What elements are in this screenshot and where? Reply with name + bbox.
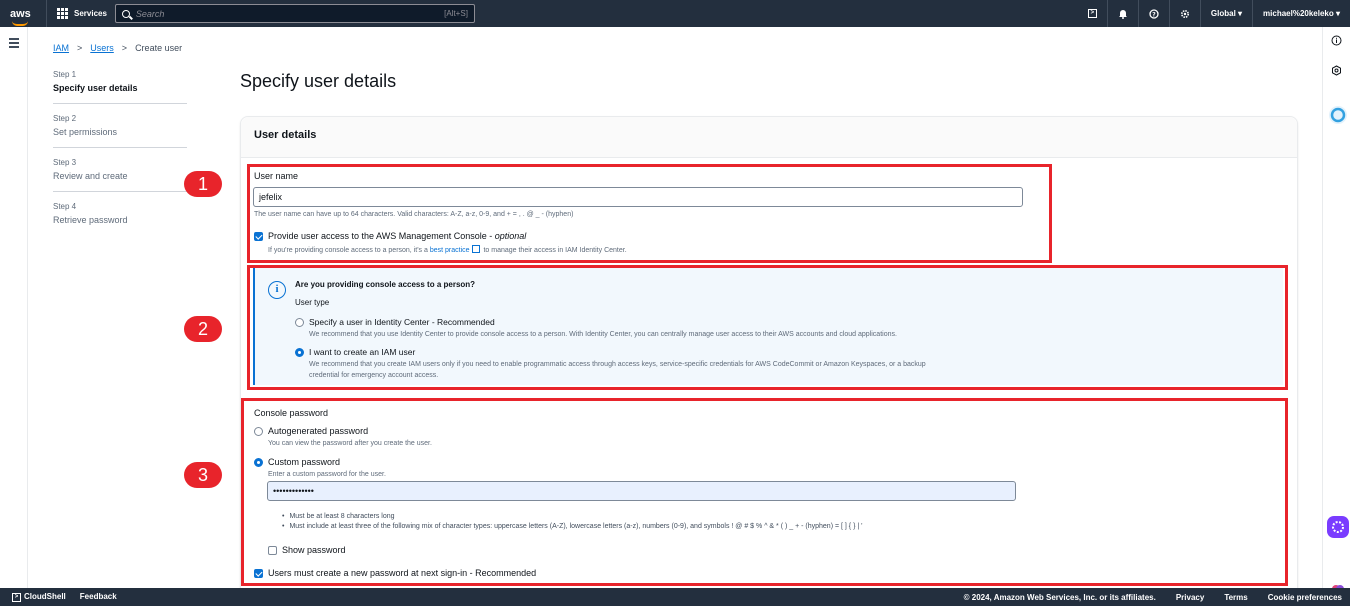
breadcrumb: IAM > Users > Create user	[53, 43, 182, 53]
copyright-text: © 2024, Amazon Web Services, Inc. or its…	[963, 592, 1156, 602]
account-menu[interactable]: michael%20keleko ▾	[1252, 0, 1350, 27]
step-label: Specify user details	[53, 83, 138, 93]
cloudshell-footer-button[interactable]: > CloudShell	[12, 592, 66, 602]
step-label: Set permissions	[53, 127, 118, 137]
hexagon-icon[interactable]	[1331, 65, 1342, 76]
breadcrumb-iam-link[interactable]: IAM	[53, 43, 69, 53]
page-title: Specify user details	[240, 71, 397, 91]
cloudshell-button[interactable]: >	[1078, 0, 1107, 27]
step-label: Review and create	[53, 171, 128, 181]
menu-icon[interactable]	[9, 38, 19, 50]
services-menu[interactable]: Services	[57, 8, 107, 19]
step-2: Step 2 Set permissions	[53, 114, 187, 148]
gear-icon	[1180, 9, 1189, 18]
assistant-icon[interactable]	[1328, 105, 1348, 125]
help-button[interactable]: ?	[1137, 0, 1169, 27]
cloudshell-label: CloudShell	[24, 592, 66, 602]
search-icon	[121, 9, 130, 18]
grid-icon	[57, 8, 68, 19]
breadcrumb-separator: >	[121, 43, 128, 53]
step-label: Retrieve password	[53, 215, 128, 225]
annotation-box-1	[247, 164, 1052, 263]
step-1: Step 1 Specify user details	[53, 70, 187, 104]
footer: > CloudShell Feedback © 2024, Amazon Web …	[0, 588, 1350, 606]
step-number: Step 4	[53, 202, 77, 211]
bell-icon	[1118, 9, 1127, 19]
terms-link[interactable]: Terms	[1224, 593, 1247, 602]
annotation-badge-2: 2	[184, 316, 222, 342]
services-label: Services	[74, 9, 107, 18]
terminal-icon: >	[1087, 9, 1097, 18]
terminal-icon: >	[12, 592, 21, 602]
top-navigation: aws Services Search [Alt+S] > ? Global ▾…	[0, 0, 1350, 27]
wizard-steps: Step 1 Specify user details Step 2 Set p…	[53, 70, 187, 245]
step-number: Step 1	[53, 70, 77, 79]
svg-text:?: ?	[1152, 11, 1156, 18]
annotation-badge-1: 1	[184, 171, 222, 197]
info-circle-icon[interactable]	[1331, 35, 1342, 46]
privacy-link[interactable]: Privacy	[1176, 593, 1204, 602]
feedback-link[interactable]: Feedback	[80, 592, 117, 601]
cookie-preferences-link[interactable]: Cookie preferences	[1268, 593, 1342, 602]
step-number: Step 2	[53, 114, 77, 123]
side-nav-toggle-strip	[0, 27, 28, 588]
help-icon: ?	[1149, 8, 1159, 19]
step-4: Step 4 Retrieve password	[53, 202, 187, 235]
aws-logo[interactable]: aws	[10, 8, 36, 26]
search-placeholder: Search	[135, 8, 165, 19]
annotation-box-3	[241, 398, 1288, 586]
annotation-badge-3: 3	[184, 462, 222, 488]
search-input[interactable]: Search [Alt+S]	[114, 4, 475, 23]
divider	[46, 0, 47, 27]
right-tools-strip	[1322, 27, 1350, 593]
search-shortcut: [Alt+S]	[444, 9, 468, 18]
breadcrumb-current: Create user	[135, 43, 183, 53]
breadcrumb-users-link[interactable]: Users	[90, 43, 114, 53]
chat-settings-icon[interactable]	[1326, 515, 1350, 539]
panel-title: User details	[241, 117, 1297, 158]
notifications-button[interactable]	[1106, 0, 1138, 27]
step-3: Step 3 Review and create	[53, 158, 187, 192]
step-number: Step 3	[53, 158, 77, 167]
settings-button[interactable]	[1168, 0, 1200, 27]
region-selector[interactable]: Global ▾	[1199, 0, 1252, 27]
annotation-box-2	[247, 265, 1288, 390]
breadcrumb-separator: >	[77, 43, 83, 53]
